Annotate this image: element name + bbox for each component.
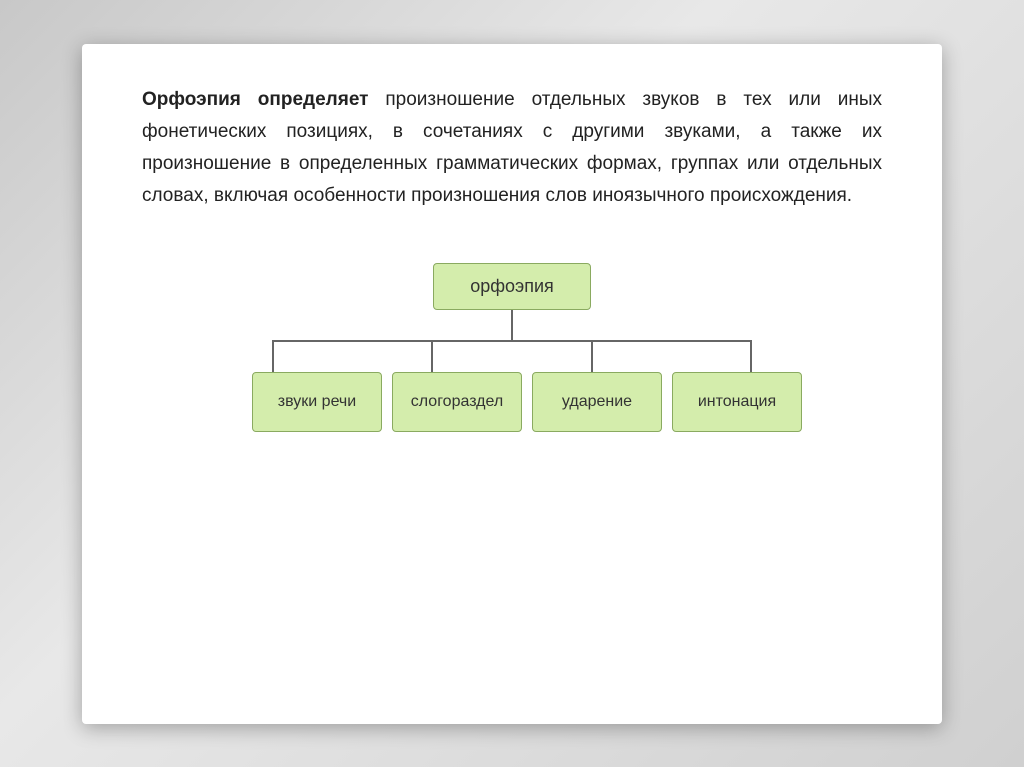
bold-text: Орфоэпия определяет (142, 89, 368, 110)
branch-line-3 (591, 342, 593, 372)
leaf-node-2: слогораздел (392, 372, 522, 432)
branch-line-1 (272, 342, 274, 372)
main-text: Орфоэпия определяет произношение отдельн… (142, 84, 882, 213)
slide-container: Орфоэпия определяет произношение отдельн… (82, 44, 942, 724)
branch-line-4 (750, 342, 752, 372)
leaf-node-1: звуки речи (252, 372, 382, 432)
branch-lines-row (272, 342, 752, 372)
leaf-node-4: интонация (672, 372, 802, 432)
root-node: орфоэпия (433, 263, 591, 310)
branch-line-2 (431, 342, 433, 372)
diagram-root: орфоэпия (433, 263, 591, 340)
leaf-nodes-row: звуки речи слогораздел ударение интонаци… (252, 372, 772, 432)
horizontal-line (272, 340, 752, 342)
leaf-node-3: ударение (532, 372, 662, 432)
root-vertical-line (511, 310, 513, 340)
diagram-container: орфоэпия звуки речи слогораздел ударение… (142, 243, 882, 442)
